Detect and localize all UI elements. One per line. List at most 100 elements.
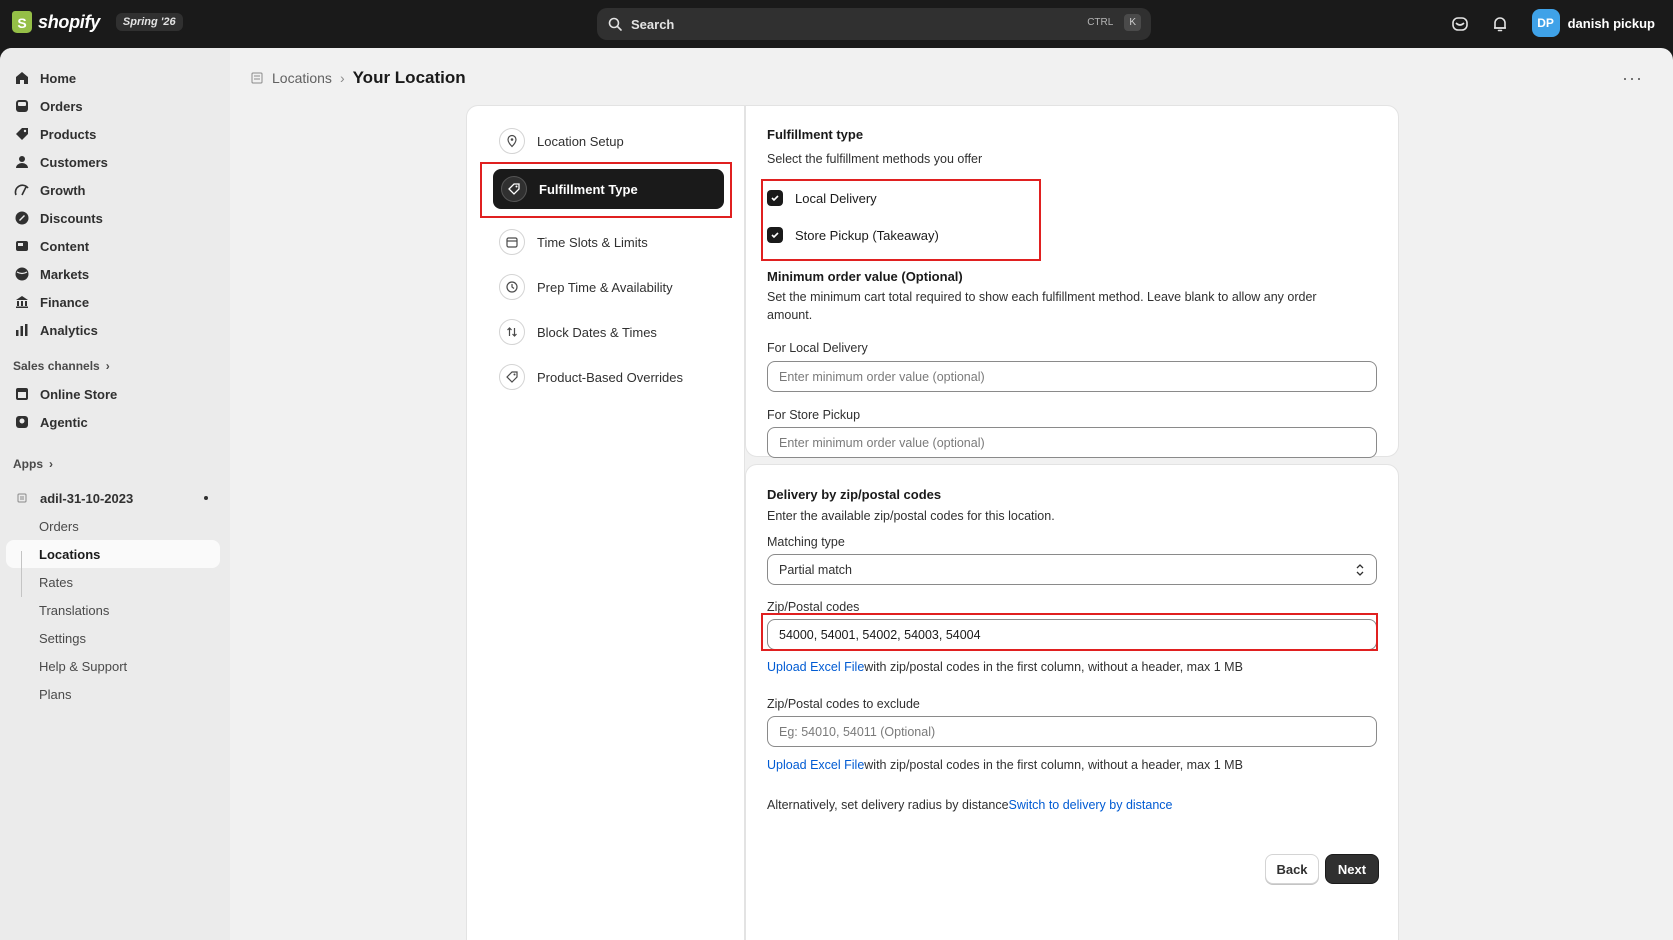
local-delivery-min-label: For Local Delivery xyxy=(767,341,868,355)
discount-icon xyxy=(15,211,29,225)
sidebar-app-adil[interactable]: adil-31-10-2023 xyxy=(0,484,230,512)
breadcrumb-separator: › xyxy=(339,70,345,86)
sidebar-subitem-locations[interactable]: Locations xyxy=(6,540,220,568)
sidebar-item-markets[interactable]: Markets xyxy=(0,260,230,288)
shopify-bag-icon: S xyxy=(12,11,32,33)
step-label: Product-Based Overrides xyxy=(537,369,683,385)
step-label: Time Slots & Limits xyxy=(537,234,648,250)
sidebar-item-label: Analytics xyxy=(40,322,98,338)
sidebar-item-discounts[interactable]: Discounts xyxy=(0,204,230,232)
tree-connector xyxy=(21,551,22,597)
sidebar-subitem-help[interactable]: Help & Support xyxy=(0,652,230,680)
avatar: DP xyxy=(1531,9,1560,37)
more-actions-icon[interactable]: ··· xyxy=(1622,68,1643,89)
exclude-label: Zip/Postal codes to exclude xyxy=(767,697,920,711)
min-order-desc: Set the minimum cart total required to s… xyxy=(767,290,1317,322)
fulfillment-subtitle: Select the fulfillment methods you offer xyxy=(767,152,983,166)
step-fulfillment-type[interactable]: Fulfillment Type xyxy=(493,169,724,209)
breadcrumb-locations[interactable]: Locations xyxy=(272,70,332,86)
sidebar-subitem-rates[interactable]: Rates xyxy=(0,568,230,596)
step-location-setup[interactable]: Location Setup xyxy=(499,128,624,154)
sidebar-subitem-orders[interactable]: Orders xyxy=(0,512,230,540)
alternative-note: Alternatively, set delivery radius by di… xyxy=(767,796,1173,814)
location-pin-icon xyxy=(499,128,525,154)
app-icon xyxy=(17,493,27,503)
search-icon xyxy=(608,17,622,31)
matching-type-select[interactable]: Partial match xyxy=(767,554,1377,585)
user-name: danish pickup xyxy=(1567,15,1655,31)
zip-codes-input[interactable] xyxy=(767,619,1377,650)
bell-icon[interactable] xyxy=(1490,14,1510,34)
sidebar-item-products[interactable]: Products xyxy=(0,120,230,148)
option-label: Local Delivery xyxy=(795,190,877,206)
option-label: Store Pickup (Takeaway) xyxy=(795,227,939,243)
tag-icon xyxy=(16,128,28,140)
min-order-title: Minimum order value (Optional) xyxy=(767,269,963,284)
sidebar-item-label: Finance xyxy=(40,294,90,310)
upload-excel-link[interactable]: Upload Excel File xyxy=(767,660,864,674)
search-bar[interactable]: Search CTRL K xyxy=(597,8,1151,40)
content-icon xyxy=(16,241,28,251)
chevron-right-icon: › xyxy=(105,359,110,373)
step-product-overrides[interactable]: Product-Based Overrides xyxy=(499,364,683,390)
sidebar-item-growth[interactable]: Growth xyxy=(0,176,230,204)
arrows-updown-icon xyxy=(499,319,525,345)
apps-header[interactable]: Apps › xyxy=(0,450,230,478)
sidebar-item-content[interactable]: Content xyxy=(0,232,230,260)
sales-channels-header[interactable]: Sales channels › xyxy=(0,352,230,380)
step-label: Prep Time & Availability xyxy=(537,279,673,295)
calendar-icon xyxy=(499,229,525,255)
local-delivery-min-input[interactable] xyxy=(767,361,1377,392)
sidebar-item-home[interactable]: Home xyxy=(0,64,230,92)
local-delivery-option[interactable]: Local Delivery xyxy=(767,190,877,206)
store-pickup-min-label: For Store Pickup xyxy=(767,408,861,422)
user-menu[interactable]: DP danish pickup xyxy=(1531,9,1655,37)
checkbox-local-delivery[interactable] xyxy=(767,190,783,206)
zip-codes-card: Delivery by zip/postal codes Enter the a… xyxy=(745,464,1399,940)
zip-codes-label: Zip/Postal codes xyxy=(767,600,860,614)
back-button[interactable]: Back xyxy=(1265,854,1319,884)
step-prep-time[interactable]: Prep Time & Availability xyxy=(499,274,673,300)
sidebar-item-agentic[interactable]: Agentic xyxy=(0,408,230,436)
upload-note: Upload Excel Filewith zip/postal codes i… xyxy=(767,658,1243,676)
sidebar: Home Orders Products Customers Growth Di… xyxy=(0,48,230,940)
sidebar-item-finance[interactable]: Finance xyxy=(0,288,230,316)
sidebar-subitem-translations[interactable]: Translations xyxy=(0,596,230,624)
apps-label: Apps xyxy=(13,457,43,471)
person-icon xyxy=(16,156,28,168)
breadcrumb: Locations › Your Location xyxy=(250,66,466,90)
fulfillment-title: Fulfillment type xyxy=(767,127,864,142)
store-pickup-option[interactable]: Store Pickup (Takeaway) xyxy=(767,227,939,243)
step-label: Block Dates & Times xyxy=(537,324,657,340)
chat-icon[interactable] xyxy=(1450,14,1470,34)
sidebar-item-analytics[interactable]: Analytics xyxy=(0,316,230,344)
select-chevron-icon xyxy=(1356,563,1364,576)
sidebar-item-label: Home xyxy=(40,70,77,86)
store-pickup-min-input[interactable] xyxy=(767,427,1377,458)
search-label: Search xyxy=(631,16,675,32)
sidebar-item-label: Orders xyxy=(40,98,83,114)
tag-icon xyxy=(499,364,525,390)
step-time-slots[interactable]: Time Slots & Limits xyxy=(499,229,648,255)
step-block-dates[interactable]: Block Dates & Times xyxy=(499,319,657,345)
sidebar-subitem-plans[interactable]: Plans xyxy=(0,680,230,708)
upload-excel-link-2[interactable]: Upload Excel File xyxy=(767,758,864,772)
shopify-logo[interactable]: S shopify Spring '26 xyxy=(12,11,183,33)
shortcut-k: K xyxy=(1124,14,1141,31)
growth-icon xyxy=(14,184,29,196)
switch-distance-link[interactable]: Switch to delivery by distance xyxy=(1009,798,1173,812)
sidebar-item-customers[interactable]: Customers xyxy=(0,148,230,176)
upload-note-2: Upload Excel Filewith zip/postal codes i… xyxy=(767,756,1243,774)
sidebar-item-orders[interactable]: Orders xyxy=(0,92,230,120)
next-button[interactable]: Next xyxy=(1325,854,1379,884)
store-icon xyxy=(16,388,28,400)
clock-icon xyxy=(499,274,525,300)
sidebar-item-label: Online Store xyxy=(40,386,118,402)
sidebar-item-online-store[interactable]: Online Store xyxy=(0,380,230,408)
edition-badge[interactable]: Spring '26 xyxy=(115,13,183,31)
exclude-input[interactable] xyxy=(767,716,1377,747)
app-frame: Home Orders Products Customers Growth Di… xyxy=(0,48,1673,940)
matching-type-value: Partial match xyxy=(779,562,852,577)
sidebar-subitem-settings[interactable]: Settings xyxy=(0,624,230,652)
checkbox-store-pickup[interactable] xyxy=(767,227,783,243)
